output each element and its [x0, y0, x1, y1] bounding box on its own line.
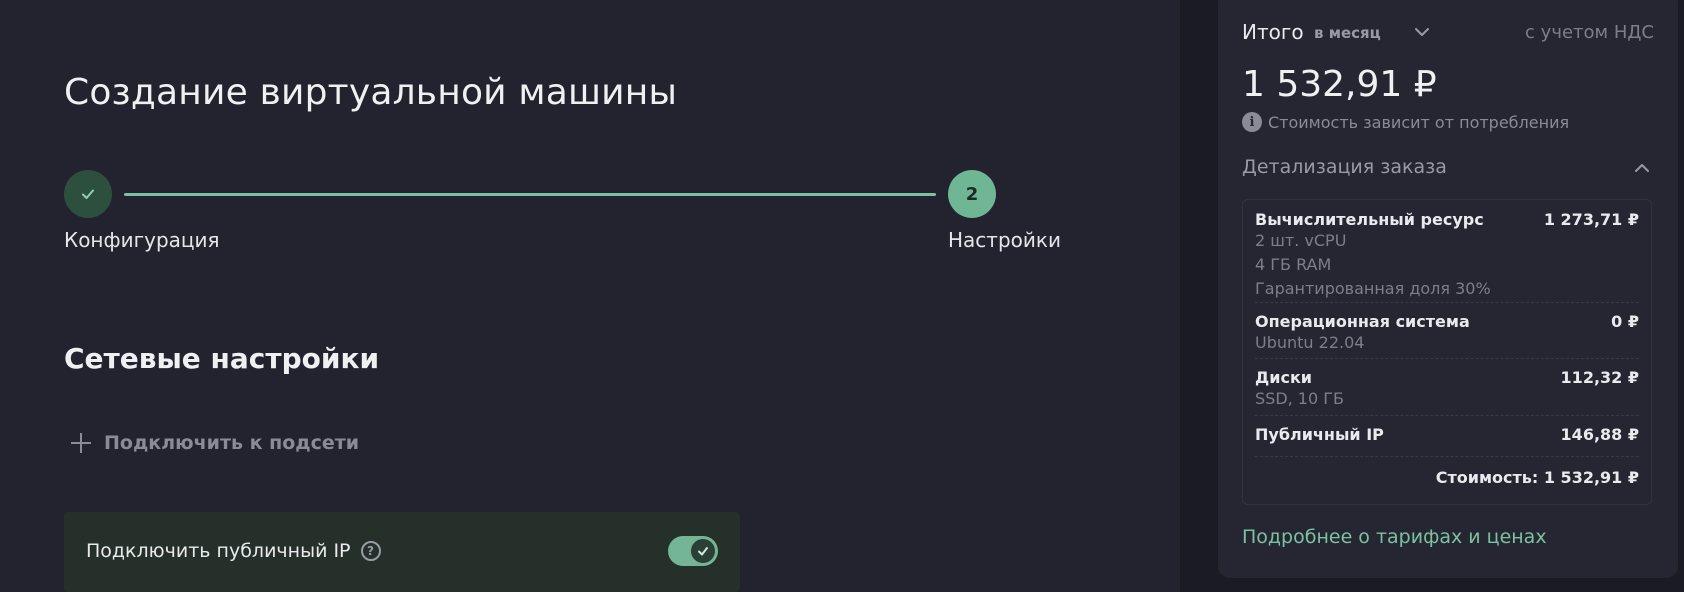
total-price: 1 532,91 ₽: [1242, 64, 1437, 105]
tariffs-link[interactable]: Подробнее о тарифах и ценах: [1242, 526, 1547, 548]
divider: [1255, 358, 1639, 359]
order-item-price: 0 ₽: [1611, 312, 1639, 331]
order-item-os: Операционная система 0 ₽ Ubuntu 22.04: [1255, 312, 1639, 355]
order-item-disks: Диски 112,32 ₽ SSD, 10 ГБ: [1255, 368, 1639, 411]
page-title: Создание виртуальной машины: [64, 72, 678, 113]
order-item-name: Операционная система: [1255, 312, 1470, 331]
consumption-note-text: Стоимость зависит от потребления: [1268, 112, 1570, 132]
help-icon[interactable]: ?: [360, 541, 381, 561]
total-row: Итого в месяц с учетом НДС: [1242, 20, 1654, 50]
info-icon: i: [1242, 112, 1262, 132]
step-settings-active[interactable]: 2: [948, 170, 996, 218]
section-title-network: Сетевые настройки: [64, 342, 380, 375]
order-item-detail: 4 ГБ RAM: [1255, 255, 1332, 274]
public-ip-toggle[interactable]: [668, 536, 718, 566]
check-icon: [698, 547, 708, 556]
total-label: Итого: [1242, 20, 1304, 44]
order-item-public-ip: Публичный IP 146,88 ₽: [1255, 425, 1639, 444]
consumption-note: i Стоимость зависит от потребления: [1242, 112, 1569, 132]
step-label-configuration: Конфигурация: [64, 228, 220, 252]
check-icon: [82, 189, 94, 199]
chevron-down-icon[interactable]: [1412, 22, 1432, 42]
order-item-price: 146,88 ₽: [1560, 425, 1639, 444]
chevron-up-icon: [1635, 164, 1649, 172]
vat-note: с учетом НДС: [1525, 22, 1654, 43]
divider: [1255, 302, 1639, 303]
order-details-toggle[interactable]: Детализация заказа: [1242, 156, 1654, 184]
step-configuration-done[interactable]: [64, 170, 112, 218]
order-item-detail: 2 шт. vCPU: [1255, 231, 1347, 250]
divider: [1255, 415, 1639, 416]
order-details-title: Детализация заказа: [1242, 156, 1447, 178]
period-selector[interactable]: в месяц: [1314, 24, 1381, 42]
step-number: 2: [965, 183, 979, 205]
add-subnet-button[interactable]: Подключить к подсети: [70, 432, 359, 454]
order-item-compute: Вычислительный ресурс 1 273,71 ₽ 2 шт. v…: [1255, 210, 1639, 301]
order-item-detail: SSD, 10 ГБ: [1255, 389, 1344, 408]
order-summary-panel: Итого в месяц с учетом НДС 1 532,91 ₽ i …: [1218, 0, 1678, 578]
stepper-progress-line: [124, 193, 936, 196]
order-item-detail: Ubuntu 22.04: [1255, 333, 1365, 352]
public-ip-label: Подключить публичный IP: [86, 540, 351, 562]
order-details-box: Вычислительный ресурс 1 273,71 ₽ 2 шт. v…: [1242, 199, 1652, 505]
main-content: Создание виртуальной машины 2 Конфигурац…: [0, 0, 1180, 592]
cost-total: Стоимость: 1 532,91 ₽: [1435, 468, 1639, 487]
plus-icon: [70, 432, 92, 454]
toggle-knob: [691, 539, 715, 563]
order-item-price: 1 273,71 ₽: [1543, 210, 1639, 229]
order-item-detail: Гарантированная доля 30%: [1255, 279, 1491, 298]
add-subnet-label: Подключить к подсети: [104, 432, 360, 454]
public-ip-card: Подключить публичный IP ?: [64, 512, 740, 592]
divider: [1255, 456, 1639, 457]
public-ip-label-row: Подключить публичный IP ?: [86, 540, 381, 562]
step-label-settings: Настройки: [948, 228, 1061, 252]
order-item-price: 112,32 ₽: [1560, 368, 1639, 387]
stepper: 2 Конфигурация Настройки: [64, 170, 1064, 252]
